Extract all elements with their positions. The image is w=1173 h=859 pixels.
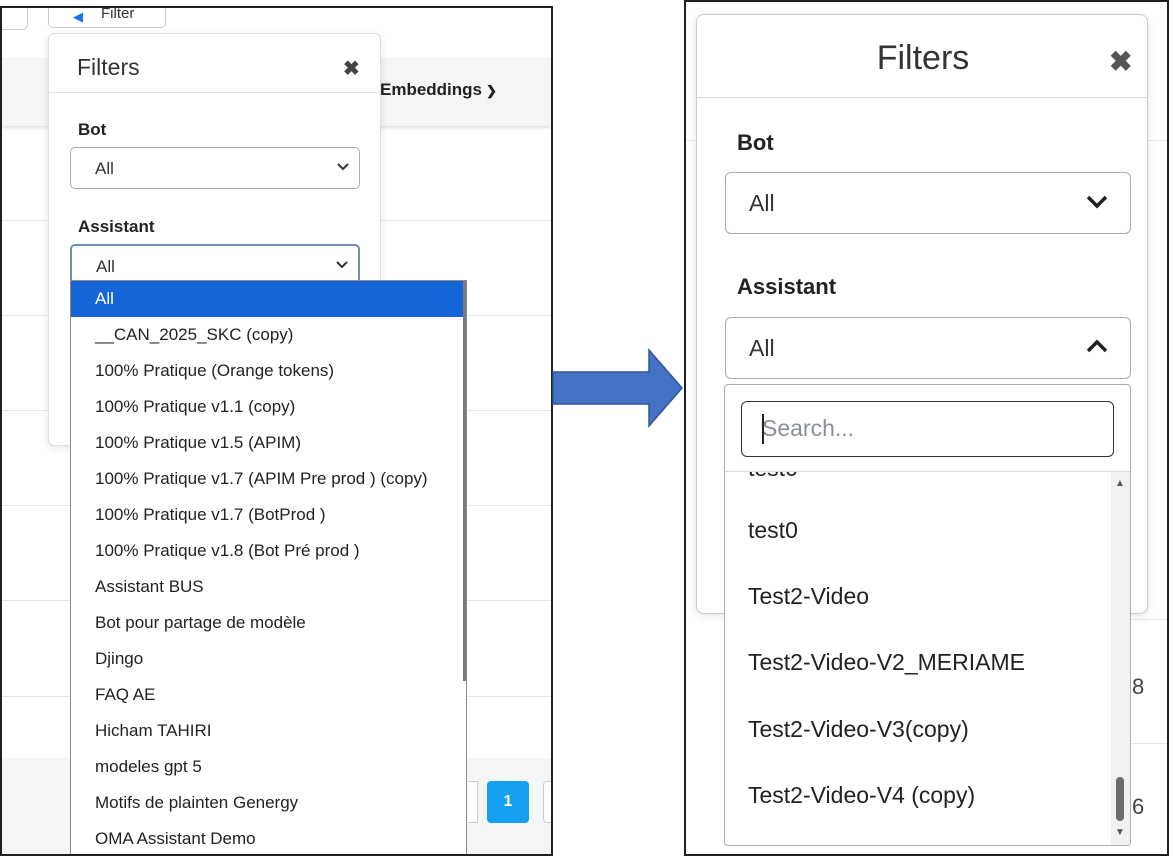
filters-title: Filters	[77, 54, 140, 80]
page-button[interactable]	[543, 781, 551, 823]
scroll-up-icon[interactable]: ▲	[1115, 478, 1125, 489]
option-item[interactable]: modeles gpt 5	[71, 749, 463, 785]
option-item[interactable]: test0	[748, 517, 798, 544]
pagination-prev[interactable]	[468, 781, 478, 823]
assistant-select-value: All	[96, 257, 115, 276]
option-item[interactable]: Test2-Video	[748, 583, 869, 610]
close-icon[interactable]: ✖	[343, 56, 360, 81]
option-item[interactable]: Djingo	[71, 641, 463, 677]
scrollbar[interactable]	[463, 281, 466, 681]
chevron-down-icon	[336, 256, 348, 277]
option-item[interactable]: __CAN_2025_SKC (copy)	[71, 317, 463, 353]
option-item[interactable]: Test2-Video-V3(copy)	[748, 716, 969, 743]
assistant-dropdown: Search... test0 test0 Test2-Video Test2-…	[724, 384, 1131, 846]
divider	[49, 92, 380, 93]
chevron-down-icon: ❯	[486, 83, 497, 98]
option-item[interactable]: test0	[748, 472, 798, 482]
text-caret	[762, 414, 764, 444]
embeddings-dropdown[interactable]: Embeddings ❯	[380, 80, 497, 100]
bot-select-value: All	[95, 159, 114, 178]
option-item[interactable]: OMA Assistant Demo	[71, 821, 463, 854]
row-divider	[1131, 743, 1167, 744]
option-item[interactable]: 100% Pratique v1.5 (APIM)	[71, 425, 463, 461]
option-item[interactable]: Test2-Video-V2_MERIAME	[748, 649, 1025, 676]
option-item[interactable]: Bot pour partage de modèle	[71, 605, 463, 641]
filter-button-label: Filter	[101, 6, 135, 22]
option-item[interactable]: 100% Pratique v1.7 (APIM Pre prod ) (cop…	[71, 461, 463, 497]
bot-label: Bot	[737, 130, 774, 155]
filters-title: Filters	[876, 39, 970, 77]
close-icon[interactable]: ✖	[1109, 45, 1132, 78]
search-input[interactable]: Search...	[741, 401, 1114, 457]
page-button-current[interactable]: 1	[487, 781, 529, 823]
scroll-down-icon[interactable]: ▼	[1115, 827, 1125, 838]
option-item[interactable]: All	[71, 281, 463, 317]
chevron-down-icon	[1086, 189, 1108, 219]
assistant-label: Assistant	[78, 217, 155, 236]
assistant-label: Assistant	[737, 274, 837, 299]
toolbar-button[interactable]	[2, 8, 28, 30]
option-item[interactable]: 100% Pratique v1.7 (BotProd )	[71, 497, 463, 533]
option-item[interactable]: 100% Pratique v1.1 (copy)	[71, 389, 463, 425]
option-item[interactable]: Assistant BUS	[71, 569, 463, 605]
option-item[interactable]: Hicham TAHIRI	[71, 713, 463, 749]
option-item[interactable]: Test2-Video-V4 (copy)	[748, 782, 975, 809]
assistant-select[interactable]: All	[725, 317, 1131, 379]
search-placeholder: Search...	[762, 415, 855, 441]
scrollbar[interactable]: ▲ ▼	[1111, 472, 1130, 845]
assistant-options-list[interactable]: All __CAN_2025_SKC (copy) 100% Pratique …	[70, 280, 467, 854]
assistant-select-value: All	[749, 335, 775, 361]
bot-label: Bot	[78, 120, 107, 139]
scrollbar-thumb[interactable]	[1116, 777, 1124, 821]
chevron-down-icon	[337, 158, 349, 179]
bot-select[interactable]: All	[725, 172, 1131, 234]
row-value: 8	[1132, 674, 1145, 699]
filter-icon: ◀	[73, 9, 83, 24]
row-value: 6	[1132, 794, 1145, 819]
embeddings-label: Embeddings	[380, 80, 483, 99]
left-screenshot: ◀ Filter Embeddings ❯ Filters ✖ Bot All A…	[0, 6, 553, 856]
option-item[interactable]: FAQ AE	[71, 677, 463, 713]
assistant-options-list[interactable]: test0 test0 Test2-Video Test2-Video-V2_M…	[725, 472, 1110, 845]
bot-select-value: All	[749, 190, 775, 216]
option-item[interactable]: Motifs de plainten Genergy	[71, 785, 463, 821]
option-item[interactable]: 100% Pratique (Orange tokens)	[71, 353, 463, 389]
divider	[697, 97, 1147, 98]
bot-select[interactable]: All	[70, 147, 360, 189]
right-arrow-icon	[552, 348, 683, 428]
filter-button[interactable]: ◀ Filter	[48, 6, 166, 28]
row-divider	[1131, 619, 1167, 620]
chevron-up-icon	[1086, 334, 1108, 364]
option-item[interactable]: 100% Pratique v1.8 (Bot Pré prod )	[71, 533, 463, 569]
